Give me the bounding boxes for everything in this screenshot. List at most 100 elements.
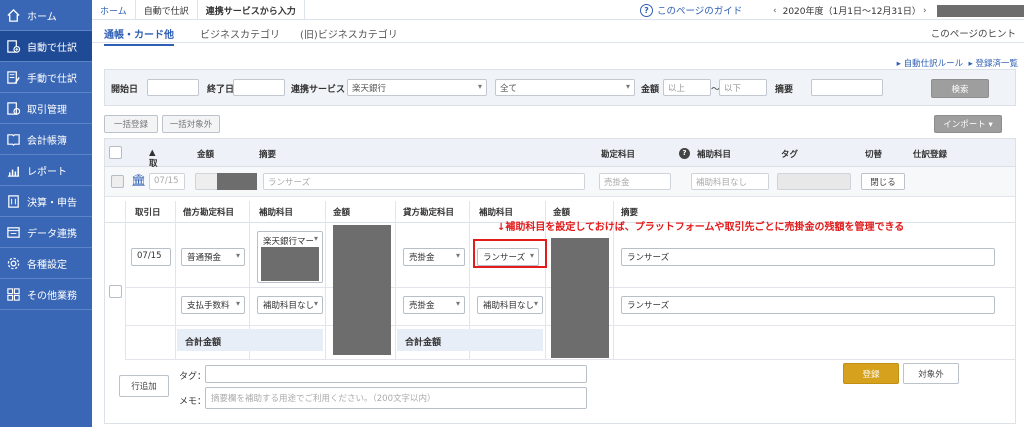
bulk-register-button[interactable]: 一括登録 — [104, 115, 158, 133]
end-date-label: 終了日 — [207, 85, 235, 95]
line2-debit-sub-select[interactable]: 補助科目なし — [257, 296, 323, 314]
import-button[interactable]: インポート ▾ — [934, 115, 1002, 133]
sidebar: ホーム 自動で仕訳 手動で仕訳 取引管理 会計帳簿 レポート 決算・申告 データ… — [0, 0, 92, 427]
row-tag[interactable] — [777, 173, 851, 190]
line1-credit-select[interactable]: 売掛金 — [403, 248, 465, 266]
sidebar-item-label: レポート — [27, 166, 67, 178]
annotation-highlight-box — [473, 239, 547, 268]
sidebar-item-manual-journal[interactable]: 手動で仕訳 — [0, 62, 92, 93]
line2-memo-input[interactable]: ランサーズ — [621, 296, 995, 314]
registered-list-link[interactable]: ▸ 登録済一覧 — [969, 59, 1018, 69]
auto-journal-icon — [5, 39, 22, 54]
memo-label: メモ： — [179, 397, 207, 407]
memo-textarea[interactable]: 摘要欄を補助する用途でご利用ください。（200文字以内） — [205, 387, 587, 409]
redacted-debit-sub — [261, 247, 319, 281]
memo-label: 摘要 — [775, 85, 794, 95]
fiscal-year-label: 2020年度（1月1日〜12月31日） — [782, 7, 921, 17]
gear-icon — [5, 256, 22, 271]
sidebar-item-data-link[interactable]: データ連携 — [0, 217, 92, 248]
main-content: ホーム 自動で仕訳 連携サービスから入力 ? このページのガイド ‹ 2020年度（… — [92, 0, 1024, 427]
sidebar-item-label: 決算・申告 — [27, 197, 77, 209]
start-date-input[interactable] — [147, 79, 199, 96]
filter-panel: 開始日 終了日 連携サービス 楽天銀行 全て 金額 以上 〜 以下 摘要 検索 — [104, 69, 1016, 106]
redacted-company — [936, 4, 1024, 17]
end-date-input[interactable] — [233, 79, 285, 96]
page-guide-link[interactable]: ? このページのガイド — [640, 3, 742, 17]
line1-date[interactable]: 07/15 — [131, 248, 171, 266]
detail-col-date: 取引日 — [135, 208, 161, 218]
col-memo: 摘要 — [259, 150, 277, 160]
service-label: 連携サービス — [291, 85, 346, 95]
detail-col-credit-amount: 金額 — [553, 208, 571, 218]
detail-col-credit-sub: 補助科目 — [479, 208, 514, 218]
col-date[interactable]: 取引日 ▲ — [149, 148, 158, 193]
amount-max-input[interactable]: 以下 — [719, 79, 767, 96]
breadcrumb: ホーム 自動で仕訳 連携サービスから入力 — [92, 0, 305, 20]
register-button[interactable]: 登録 — [843, 363, 899, 384]
memo-input[interactable] — [811, 79, 883, 96]
bank-icon: 🏛 — [131, 173, 147, 187]
line-checkbox[interactable] — [109, 285, 122, 298]
sidebar-item-auto-journal[interactable]: 自動で仕訳 — [0, 31, 92, 62]
exclude-button[interactable]: 対象外 — [903, 363, 959, 384]
detail-col-debit-amount: 金額 — [333, 208, 351, 218]
add-row-button[interactable]: 行追加 — [119, 375, 169, 397]
sidebar-item-ledger[interactable]: 会計帳簿 — [0, 124, 92, 155]
row-memo[interactable]: ランサーズ — [263, 173, 585, 190]
line1-memo-input[interactable]: ランサーズ — [621, 248, 995, 266]
tag-input[interactable] — [205, 365, 587, 383]
sidebar-item-label: その他業務 — [27, 290, 77, 302]
sidebar-item-other[interactable]: その他業務 — [0, 279, 92, 310]
help-icon[interactable]: ? — [679, 148, 690, 159]
sidebar-item-home[interactable]: ホーム — [0, 0, 92, 31]
search-button[interactable]: 検索 — [931, 79, 989, 98]
sidebar-item-settings[interactable]: 各種設定 — [0, 248, 92, 279]
manual-journal-icon — [5, 70, 22, 85]
service-select[interactable]: 楽天銀行 — [347, 79, 487, 96]
line2-credit-select[interactable]: 売掛金 — [403, 296, 465, 314]
breadcrumb-auto[interactable]: 自動で仕訳 — [136, 0, 198, 20]
sidebar-item-label: ホーム — [27, 11, 57, 23]
top-bar: ホーム 自動で仕訳 連携サービスから入力 ? このページのガイド ‹ 2020年度（… — [92, 0, 1024, 20]
fiscal-year-selector[interactable]: ‹ 2020年度（1月1日〜12月31日） › — [767, 4, 1024, 17]
tab-bar: 通帳・カード他 ビジネスカテゴリ (旧)ビジネスカテゴリ このページのヒント — [92, 21, 1024, 46]
sidebar-item-label: 会計帳簿 — [27, 135, 67, 147]
bulk-exclude-button[interactable]: 一括対象外 — [162, 115, 220, 133]
sidebar-item-transaction[interactable]: 取引管理 — [0, 93, 92, 124]
col-toggle: 切替 — [865, 150, 883, 160]
tab-bank-card[interactable]: 通帳・カード他 — [104, 26, 174, 46]
sidebar-item-report[interactable]: レポート — [0, 155, 92, 186]
line2-debit-select[interactable]: 支払手数料 — [181, 296, 245, 314]
row-sub[interactable]: 補助科目なし — [691, 173, 769, 190]
col-account: 勘定科目 — [601, 150, 636, 160]
col-sub: 補助科目 — [697, 150, 732, 160]
chevron-right-icon[interactable]: › — [923, 6, 927, 16]
row-checkbox[interactable] — [111, 175, 124, 188]
detail-col-debit-sub: 補助科目 — [259, 208, 294, 218]
tax-doc-icon — [5, 194, 22, 209]
credit-total-label: 合計金額 — [397, 329, 543, 351]
auto-rule-link[interactable]: ▸ 自動仕訳ルール — [897, 59, 963, 69]
sidebar-item-label: 手動で仕訳 — [27, 73, 77, 85]
annotation-text: ↓補助科目を設定しておけば、プラットフォームや取引先ごとに売掛金の残額を管理でき… — [497, 222, 905, 233]
page-guide-label: このページのガイド — [657, 6, 743, 17]
tab-old-business-category[interactable]: (旧)ビジネスカテゴリ — [300, 26, 398, 41]
chevron-left-icon[interactable]: ‹ — [773, 6, 777, 16]
amount-min-input[interactable]: 以上 — [663, 79, 711, 96]
select-all-checkbox[interactable] — [109, 146, 122, 159]
page-hint-link[interactable]: このページのヒント — [931, 26, 1016, 40]
line2-credit-sub-select[interactable]: 補助科目なし — [477, 296, 543, 314]
detail-col-memo: 摘要 — [621, 208, 639, 218]
sidebar-item-tax[interactable]: 決算・申告 — [0, 186, 92, 217]
breadcrumb-home[interactable]: ホーム — [92, 0, 136, 20]
line1-debit-select[interactable]: 普通預金 — [181, 248, 245, 266]
tab-business-category[interactable]: ビジネスカテゴリ — [200, 26, 280, 41]
sidebar-item-label: 各種設定 — [27, 259, 67, 271]
tag-label: タグ： — [179, 372, 207, 382]
redacted-amount — [217, 173, 257, 190]
account-select[interactable]: 全て — [495, 79, 635, 96]
row-date[interactable]: 07/15 — [149, 173, 185, 190]
ledger-icon — [5, 132, 22, 147]
row-account[interactable]: 売掛金 — [599, 173, 671, 190]
close-button[interactable]: 閉じる — [861, 173, 905, 190]
